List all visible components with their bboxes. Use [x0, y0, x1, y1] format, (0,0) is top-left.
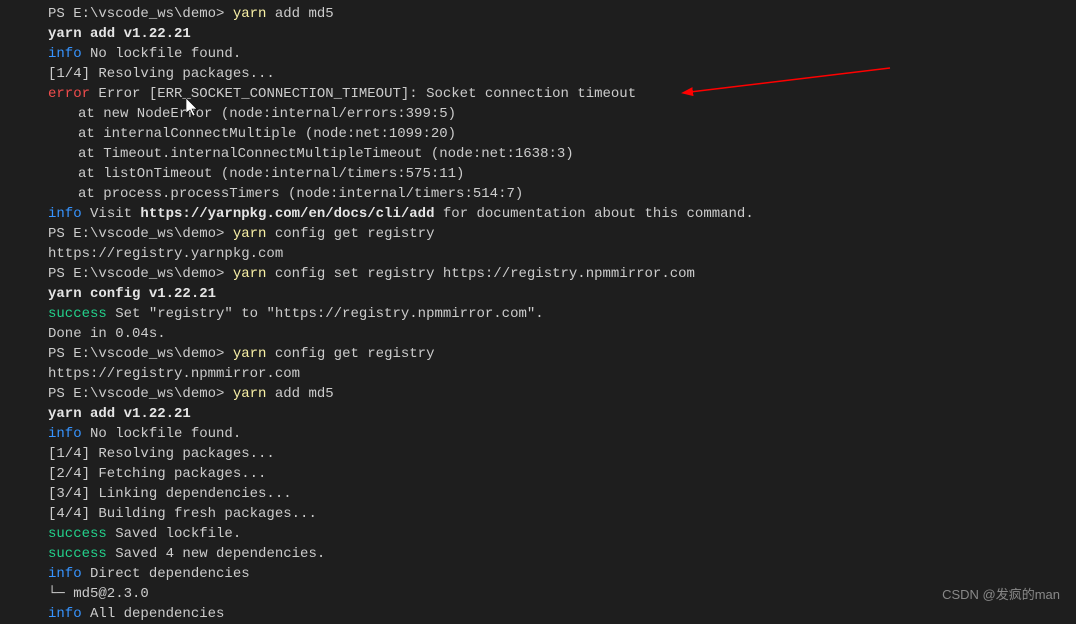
- terminal-line: PS E:\vscode_ws\demo> yarn add md5: [48, 384, 1066, 404]
- terminal-output[interactable]: PS E:\vscode_ws\demo> yarn add md5yarn a…: [0, 4, 1076, 624]
- terminal-text: at new NodeError (node:internal/errors:3…: [78, 106, 456, 122]
- terminal-text: PS E:\vscode_ws\demo>: [48, 226, 233, 242]
- terminal-line: [4/4] Building fresh packages...: [48, 504, 1066, 524]
- terminal-text: success: [48, 546, 107, 562]
- terminal-line: success Set "registry" to "https://regis…: [48, 304, 1066, 324]
- terminal-text: for documentation about this command.: [434, 206, 753, 222]
- terminal-line: PS E:\vscode_ws\demo> yarn config get re…: [48, 224, 1066, 244]
- terminal-line: [1/4] Resolving packages...: [48, 64, 1066, 84]
- terminal-line: yarn add v1.22.21: [48, 404, 1066, 424]
- terminal-text: PS E:\vscode_ws\demo>: [48, 386, 233, 402]
- terminal-text: https://registry.yarnpkg.com: [48, 246, 283, 262]
- terminal-line: yarn config v1.22.21: [48, 284, 1066, 304]
- terminal-text: └─ md5@2.3.0: [48, 586, 149, 602]
- terminal-line: at Timeout.internalConnectMultipleTimeou…: [48, 144, 1066, 164]
- terminal-text: add md5: [275, 386, 334, 402]
- terminal-text: at process.processTimers (node:internal/…: [78, 186, 523, 202]
- terminal-line: info Direct dependencies: [48, 564, 1066, 584]
- terminal-text: yarn add v1.22.21: [48, 26, 191, 42]
- terminal-text: add md5: [275, 6, 334, 22]
- terminal-text: [1/4] Resolving packages...: [48, 66, 275, 82]
- terminal-text: error: [48, 86, 90, 102]
- terminal-line: PS E:\vscode_ws\demo> yarn add md5: [48, 4, 1066, 24]
- terminal-text: PS E:\vscode_ws\demo>: [48, 266, 233, 282]
- terminal-text: All dependencies: [82, 606, 225, 622]
- terminal-line: info No lockfile found.: [48, 424, 1066, 444]
- terminal-line: https://registry.npmmirror.com: [48, 364, 1066, 384]
- terminal-text: yarn: [233, 266, 275, 282]
- terminal-line: [1/4] Resolving packages...: [48, 444, 1066, 464]
- watermark-text: CSDN @发疯的man: [942, 585, 1060, 605]
- terminal-text: yarn: [233, 386, 275, 402]
- terminal-text: https://yarnpkg.com/en/docs/cli/add: [140, 206, 434, 222]
- terminal-text: PS E:\vscode_ws\demo>: [48, 6, 233, 22]
- terminal-text: yarn: [233, 6, 275, 22]
- terminal-line: at new NodeError (node:internal/errors:3…: [48, 104, 1066, 124]
- terminal-line: yarn add v1.22.21: [48, 24, 1066, 44]
- terminal-line: info Visit https://yarnpkg.com/en/docs/c…: [48, 204, 1066, 224]
- terminal-text: Visit: [82, 206, 141, 222]
- terminal-line: PS E:\vscode_ws\demo> yarn config set re…: [48, 264, 1066, 284]
- terminal-text: success: [48, 526, 107, 542]
- terminal-line: https://registry.yarnpkg.com: [48, 244, 1066, 264]
- terminal-line: at process.processTimers (node:internal/…: [48, 184, 1066, 204]
- terminal-text: yarn: [233, 346, 275, 362]
- terminal-text: success: [48, 306, 107, 322]
- terminal-text: Done in 0.04s.: [48, 326, 166, 342]
- terminal-line: PS E:\vscode_ws\demo> yarn config get re…: [48, 344, 1066, 364]
- terminal-line: [3/4] Linking dependencies...: [48, 484, 1066, 504]
- terminal-text: PS E:\vscode_ws\demo>: [48, 346, 233, 362]
- terminal-text: [1/4] Resolving packages...: [48, 446, 275, 462]
- terminal-line: info No lockfile found.: [48, 44, 1066, 64]
- terminal-line: Done in 0.04s.: [48, 324, 1066, 344]
- terminal-text: info: [48, 46, 82, 62]
- terminal-text: yarn config v1.22.21: [48, 286, 216, 302]
- terminal-text: at listOnTimeout (node:internal/timers:5…: [78, 166, 464, 182]
- terminal-text: info: [48, 566, 82, 582]
- terminal-text: config set registry https://registry.npm…: [275, 266, 695, 282]
- terminal-text: Set "registry" to "https://registry.npmm…: [107, 306, 544, 322]
- terminal-line: └─ md5@2.3.0: [48, 584, 1066, 604]
- terminal-text: Error [ERR_SOCKET_CONNECTION_TIMEOUT]: S…: [90, 86, 636, 102]
- terminal-text: yarn add v1.22.21: [48, 406, 191, 422]
- terminal-text: [4/4] Building fresh packages...: [48, 506, 317, 522]
- terminal-text: [2/4] Fetching packages...: [48, 466, 266, 482]
- terminal-text: info: [48, 426, 82, 442]
- terminal-text: Direct dependencies: [82, 566, 250, 582]
- terminal-line: success Saved 4 new dependencies.: [48, 544, 1066, 564]
- terminal-text: https://registry.npmmirror.com: [48, 366, 300, 382]
- terminal-line: error Error [ERR_SOCKET_CONNECTION_TIMEO…: [48, 84, 1066, 104]
- terminal-text: No lockfile found.: [82, 46, 242, 62]
- terminal-text: [3/4] Linking dependencies...: [48, 486, 292, 502]
- terminal-text: yarn: [233, 226, 275, 242]
- terminal-line: success Saved lockfile.: [48, 524, 1066, 544]
- terminal-text: Saved lockfile.: [107, 526, 241, 542]
- terminal-text: info: [48, 206, 82, 222]
- terminal-text: info: [48, 606, 82, 622]
- terminal-text: config get registry: [275, 346, 435, 362]
- terminal-text: at internalConnectMultiple (node:net:109…: [78, 126, 456, 142]
- terminal-text: config get registry: [275, 226, 435, 242]
- terminal-line: info All dependencies: [48, 604, 1066, 624]
- terminal-line: [2/4] Fetching packages...: [48, 464, 1066, 484]
- terminal-line: at internalConnectMultiple (node:net:109…: [48, 124, 1066, 144]
- terminal-text: No lockfile found.: [82, 426, 242, 442]
- terminal-text: Saved 4 new dependencies.: [107, 546, 325, 562]
- terminal-line: at listOnTimeout (node:internal/timers:5…: [48, 164, 1066, 184]
- terminal-text: at Timeout.internalConnectMultipleTimeou…: [78, 146, 574, 162]
